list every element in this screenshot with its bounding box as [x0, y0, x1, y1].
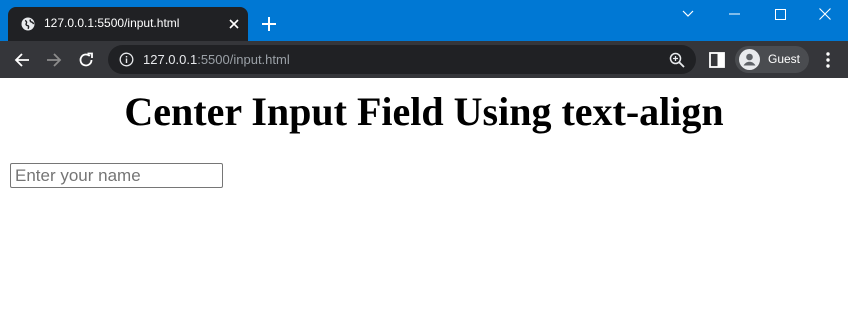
reload-icon	[79, 52, 93, 67]
tab-search-button[interactable]	[665, 0, 711, 28]
close-tab-icon[interactable]	[227, 17, 241, 31]
arrow-right-icon	[47, 53, 62, 67]
url-path: :5500/input.html	[197, 52, 290, 67]
url-host: 127.0.0.1	[143, 52, 198, 67]
page-content: Center Input Field Using text-align	[0, 78, 848, 334]
arrow-left-icon	[14, 53, 29, 67]
browser-toolbar: 127.0.0.1:5500/input.html Guest	[0, 41, 848, 78]
more-menu-icon[interactable]	[820, 50, 836, 70]
profile-name: Guest	[768, 52, 801, 66]
minimize-button[interactable]	[711, 0, 757, 28]
info-icon[interactable]	[119, 52, 134, 67]
maximize-button[interactable]	[757, 0, 803, 28]
profile-button[interactable]: Guest	[735, 46, 809, 73]
close-icon	[819, 8, 831, 20]
close-window-button[interactable]	[802, 0, 848, 28]
tab-title: 127.0.0.1:5500/input.html	[44, 16, 180, 30]
minimize-icon	[728, 13, 740, 15]
chevron-down-icon	[682, 10, 694, 17]
browser-tab[interactable]: 127.0.0.1:5500/input.html	[8, 7, 248, 41]
reload-button[interactable]	[76, 50, 96, 70]
globe-icon	[21, 17, 35, 31]
side-panel-icon[interactable]	[709, 52, 725, 68]
new-tab-icon[interactable]	[259, 14, 279, 34]
page-title: Center Input Field Using text-align	[124, 89, 724, 134]
zoom-icon[interactable]	[669, 52, 685, 68]
avatar-icon	[739, 49, 760, 70]
name-input[interactable]	[10, 163, 223, 188]
address-bar[interactable]: 127.0.0.1:5500/input.html	[108, 45, 696, 74]
maximize-icon	[774, 8, 786, 20]
url-text[interactable]: 127.0.0.1:5500/input.html	[143, 52, 290, 67]
forward-button[interactable]	[44, 50, 64, 70]
tab-strip: 127.0.0.1:5500/input.html	[0, 0, 848, 41]
back-button[interactable]	[12, 50, 32, 70]
